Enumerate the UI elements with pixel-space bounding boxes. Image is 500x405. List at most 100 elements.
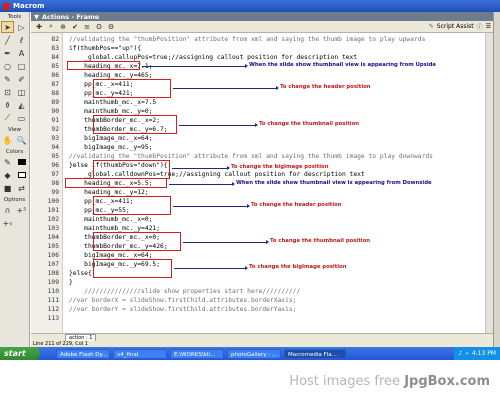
flash-app-icon (3, 2, 10, 10)
code-line[interactable]: 113 (31, 314, 485, 323)
snap-magnet-icon[interactable]: ∩ (1, 204, 14, 216)
line-tool-icon[interactable]: ╱ (1, 34, 14, 46)
panel-menu-icon[interactable]: ☰ (486, 23, 491, 30)
target-icon[interactable]: ⊕ (58, 22, 68, 31)
ink-bottle-tool-icon[interactable]: ⚱ (1, 99, 14, 111)
smooth-icon[interactable]: +⁵ (15, 204, 28, 216)
line-number: 98 (51, 180, 59, 187)
note-header-down: To change the header position (251, 202, 342, 208)
note-down-header: When the slide show thumbnail view is ap… (236, 180, 432, 186)
task-explorer-works[interactable]: E:\WORKS\kli... (170, 348, 224, 359)
subselect-tool-icon[interactable]: ▷ (15, 21, 28, 33)
code-text: bigImage_mc._y=95; (69, 144, 153, 151)
eyedropper-tool-icon[interactable]: ⟋ (1, 112, 14, 124)
help-icon[interactable]: ⓘ (477, 22, 483, 31)
line-number: 111 (47, 297, 59, 304)
arrow-down-header (169, 182, 235, 186)
fill-color-icon[interactable]: ◆ (1, 169, 14, 181)
code-line[interactable]: 93 bigImage_mc._x=64; (31, 134, 485, 143)
task-flash-dy[interactable]: Adobe Flash Dy... (56, 348, 110, 359)
code-line[interactable]: 111 //var borderX = slideShow.firstChild.… (31, 296, 485, 305)
transform-tool-icon[interactable]: ⊡ (1, 86, 14, 98)
code-editor[interactable]: 82 //validating the "thumbPosition" attri… (31, 33, 493, 333)
task-photogallery[interactable]: photoGallery - ... (227, 348, 281, 359)
oval-tool-icon[interactable]: ○ (1, 60, 14, 72)
code-line[interactable]: 112 //var borderY = slideShow.firstChild.… (31, 305, 485, 314)
stroke-color-icon[interactable]: ✎ (1, 156, 14, 168)
line-number: 106 (47, 252, 59, 259)
collapse-arrow-icon[interactable]: ▼ (34, 13, 39, 21)
default-colors-icon[interactable]: ■ (1, 182, 14, 194)
highlight-header-down (93, 196, 171, 215)
code-line[interactable]: 110 ///////////////slide show properties… (31, 287, 485, 296)
tools-panel: Tools ➤ ▷ ╱ ℓ ✒ A ○ □ ✎ ✐ ⊡ ◫ ⚱ ◭ ⟋ ▭ Vi… (0, 12, 30, 347)
right-panel-strip[interactable] (493, 12, 500, 347)
script-assist-icon[interactable]: ✎ (429, 23, 434, 30)
code-line[interactable]: 102 mainthumb_mc._x=0; (31, 215, 485, 224)
task-macromedia-flash[interactable]: Macromedia Fla... (284, 348, 346, 359)
highlight-header-up (93, 79, 171, 98)
tray-network-icon[interactable]: ⌁ (465, 350, 469, 357)
rectangle-tool-icon[interactable]: □ (15, 60, 28, 72)
note-header-up: To change the header position (280, 84, 371, 90)
windows-taskbar: start Adobe Flash Dy... v4_final E:\WORK… (0, 347, 500, 360)
zoom-tool-icon[interactable]: 🔍 (15, 134, 28, 146)
code-hint-icon[interactable]: ʘ (94, 22, 104, 31)
note-thumb-up: To change the thumbnail position (259, 121, 359, 127)
watermark-brand: JpgBox.com (404, 374, 490, 389)
tray-speaker-icon[interactable]: ♪ (458, 350, 462, 357)
check-syntax-icon[interactable]: ✔ (70, 22, 80, 31)
line-number: 112 (47, 306, 59, 313)
code-line[interactable]: 109} (31, 278, 485, 287)
start-button[interactable]: start (0, 347, 40, 360)
code-line[interactable]: 89 mainthumb_mc._x=7.5 (31, 98, 485, 107)
arrow-tool-icon[interactable]: ➤ (1, 21, 14, 33)
window-title: Macrom (13, 2, 45, 10)
debug-options-icon[interactable]: ⚙ (106, 22, 116, 31)
view-tool-grid: ✋ 🔍 (0, 133, 29, 147)
clock: 4:13 PM (471, 350, 496, 357)
add-action-icon[interactable]: ✚ (34, 22, 44, 31)
auto-format-icon[interactable]: ≡ (82, 22, 92, 31)
window-title-bar[interactable]: Macrom (0, 0, 500, 12)
line-number: 104 (47, 234, 59, 241)
note-thumb-down: To change the thumbnail position (270, 238, 370, 244)
hand-tool-icon[interactable]: ✋ (1, 134, 14, 146)
tool-grid: ➤ ▷ ╱ ℓ ✒ A ○ □ ✎ ✐ ⊡ ◫ ⚱ ◭ ⟋ ▭ (0, 20, 29, 125)
fill-transform-tool-icon[interactable]: ◫ (15, 86, 28, 98)
eraser-tool-icon[interactable]: ▭ (15, 112, 28, 124)
code-text: //validating the "thumbPosition" attribu… (69, 36, 426, 43)
line-number: 102 (47, 216, 59, 223)
stroke-swatch[interactable] (15, 156, 28, 168)
paint-bucket-tool-icon[interactable]: ◭ (15, 99, 28, 111)
script-assist-button[interactable]: Script Assist (437, 23, 474, 30)
code-line[interactable]: 82 //validating the "thumbPosition" attri… (31, 35, 485, 44)
line-number: 84 (51, 54, 59, 61)
arrow-thumb-up (179, 123, 258, 127)
straighten-icon[interactable]: +‹ (1, 217, 14, 229)
actions-panel-title: Actions - Frame (42, 12, 100, 21)
code-line[interactable]: 94 bigImage_mc._y=95; (31, 143, 485, 152)
pen-tool-icon[interactable]: ✒ (1, 47, 14, 59)
brush-tool-icon[interactable]: ✐ (15, 73, 28, 85)
fill-swatch[interactable] (15, 169, 28, 181)
code-line[interactable]: 83 if(thumbPos=="up"){ (31, 44, 485, 53)
pencil-tool-icon[interactable]: ✎ (1, 73, 14, 85)
code-text: if(thumbPos=="up"){ (69, 45, 142, 52)
actions-panel-header[interactable]: ▼ Actions - Frame (31, 12, 493, 21)
toolbar-right: ✎ Script Assist ⓘ ☰ (429, 22, 493, 31)
system-tray: ♪ ⌁ 4:13 PM (454, 347, 500, 360)
lasso-tool-icon[interactable]: ℓ (15, 34, 28, 46)
text-tool-icon[interactable]: A (15, 47, 28, 59)
vertical-scrollbar[interactable] (485, 33, 493, 333)
find-icon[interactable]: ⌕ (46, 22, 56, 31)
line-number: 101 (47, 207, 59, 214)
line-number: 87 (51, 81, 59, 88)
line-number: 93 (51, 135, 59, 142)
swap-colors-icon[interactable]: ⇄ (15, 182, 28, 194)
line-number: 94 (51, 144, 59, 151)
note-bigimage-up: To change the bigImage position (231, 164, 329, 170)
line-number: 108 (47, 270, 59, 277)
task-v4-final[interactable]: v4_final (113, 348, 167, 359)
arrow-thumb-down (183, 240, 269, 244)
